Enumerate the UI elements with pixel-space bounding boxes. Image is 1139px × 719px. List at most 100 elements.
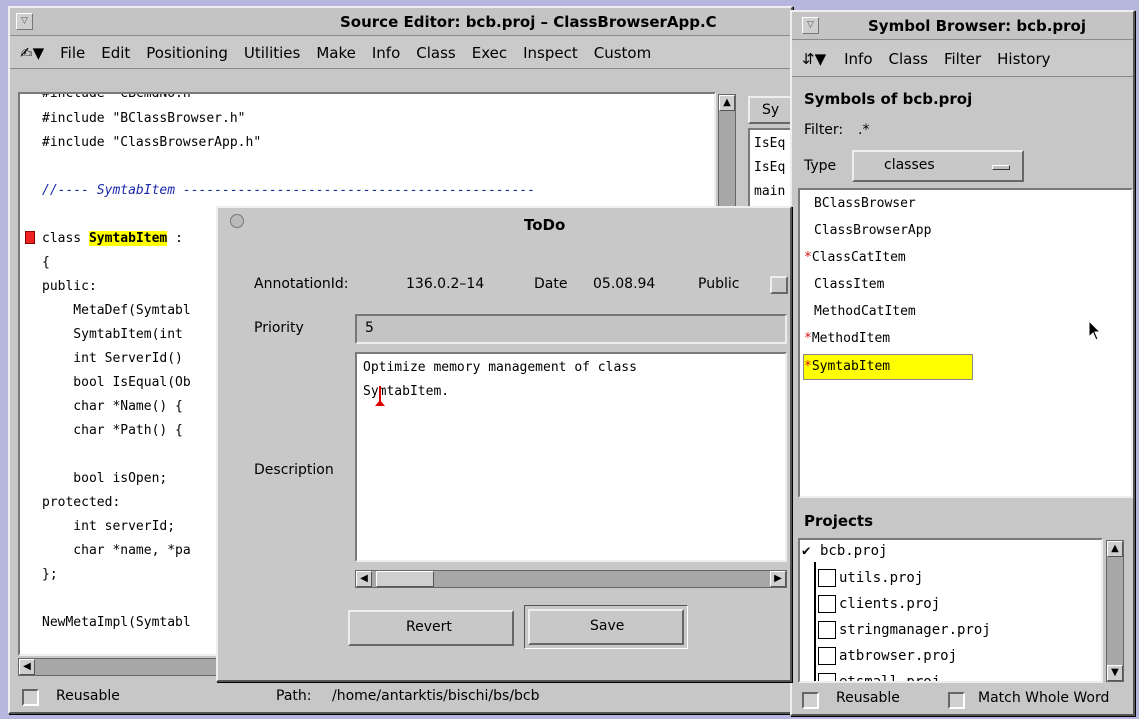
list-item[interactable]: clients.proj bbox=[818, 595, 940, 613]
date-label: Date bbox=[534, 276, 568, 292]
scroll-left-arrow-icon[interactable]: ◀ bbox=[356, 571, 372, 587]
symbol-browser-title: Symbol Browser: bcb.proj bbox=[868, 17, 1086, 35]
list-item[interactable]: BClassBrowser bbox=[814, 196, 916, 211]
menu-info[interactable]: Info bbox=[836, 50, 880, 68]
breakpoint-marker-icon[interactable] bbox=[25, 231, 35, 244]
list-item[interactable]: stringmanager.proj bbox=[818, 621, 991, 639]
class-suffix: : bbox=[167, 231, 183, 246]
menu-edit[interactable]: Edit bbox=[93, 44, 138, 62]
code-line: MetaDef(Symtabl bbox=[42, 303, 191, 318]
menu-info[interactable]: Info bbox=[364, 44, 408, 62]
menu-utilities[interactable]: Utilities bbox=[236, 44, 308, 62]
dialog-title: ToDo bbox=[524, 216, 566, 234]
symbol-browser-titlebar[interactable]: ▽ Symbol Browser: bcb.proj bbox=[792, 12, 1133, 40]
symbols-list[interactable]: BClassBrowser ClassBrowserApp *ClassCatI… bbox=[798, 188, 1133, 498]
type-dropdown[interactable]: classes bbox=[852, 150, 1024, 182]
projects-vertical-scrollbar[interactable]: ▲ ▼ bbox=[1106, 540, 1124, 682]
path-label: Path: bbox=[276, 688, 312, 704]
code-line: char *name, *pa bbox=[42, 543, 191, 558]
projects-list[interactable]: ✔ bcb.proj utils.proj clients.proj string… bbox=[798, 538, 1103, 683]
projects-heading: Projects bbox=[804, 512, 874, 530]
save-button-frame: Save bbox=[524, 605, 688, 649]
list-item[interactable]: MethodCatItem bbox=[814, 304, 916, 319]
code-line: }; bbox=[42, 567, 58, 582]
match-whole-word-checkbox[interactable] bbox=[948, 692, 965, 709]
code-line: char *Name() { bbox=[42, 399, 183, 414]
menu-exec[interactable]: Exec bbox=[464, 44, 515, 62]
side-symbols-button[interactable]: Sy bbox=[748, 96, 792, 124]
scroll-up-arrow-icon[interactable]: ▲ bbox=[719, 95, 735, 111]
code-line: protected: bbox=[42, 495, 121, 510]
project-checkbox[interactable] bbox=[818, 595, 836, 613]
menu-custom[interactable]: Custom bbox=[586, 44, 659, 62]
window-menu-button[interactable]: ▽ bbox=[802, 17, 819, 34]
menu-file[interactable]: File bbox=[52, 44, 93, 62]
menu-class[interactable]: Class bbox=[881, 50, 936, 68]
dialog-menu-icon[interactable] bbox=[230, 214, 244, 228]
description-horizontal-scrollbar[interactable]: ◀ ▶ bbox=[355, 570, 787, 588]
list-item[interactable]: IsEq bbox=[754, 160, 785, 175]
menu-filter[interactable]: Filter bbox=[936, 50, 989, 68]
public-label: Public bbox=[698, 276, 740, 292]
priority-label: Priority bbox=[254, 320, 304, 336]
highlighted-class-name[interactable]: SymtabItem bbox=[88, 231, 168, 246]
code-line: NewMetaImpl(Symtabl bbox=[42, 615, 191, 630]
list-item[interactable]: atbrowser.proj bbox=[818, 647, 957, 665]
menu-history[interactable]: History bbox=[989, 50, 1058, 68]
menu-positioning[interactable]: Positioning bbox=[138, 44, 236, 62]
list-item[interactable]: utils.proj bbox=[818, 569, 923, 587]
priority-field[interactable]: 5 bbox=[355, 314, 787, 344]
side-method-list[interactable]: IsEq IsEq main bbox=[748, 128, 792, 208]
match-whole-word-label: Match Whole Word bbox=[978, 690, 1110, 706]
description-label: Description bbox=[254, 462, 334, 478]
menu-class[interactable]: Class bbox=[408, 44, 463, 62]
todo-dialog: ToDo AnnotationId: 136.0.2–14 Date 05.08… bbox=[216, 206, 792, 682]
project-checkbox[interactable] bbox=[818, 673, 836, 681]
code-line: bool IsEqual(Ob bbox=[42, 375, 191, 390]
path-value: /home/antarktis/bischi/bs/bcb bbox=[332, 688, 540, 704]
scroll-down-arrow-icon[interactable]: ▼ bbox=[1107, 665, 1123, 681]
code-horizontal-scrollbar[interactable]: ◀ bbox=[18, 658, 224, 676]
code-comment-line: //---- SymtabItem ----------------------… bbox=[42, 183, 536, 198]
code-line: bool isOpen; bbox=[42, 471, 168, 486]
checkmark-icon[interactable]: ✔ bbox=[802, 543, 820, 559]
selected-list-item[interactable]: *SymtabItem bbox=[803, 354, 973, 380]
project-checkbox[interactable] bbox=[818, 569, 836, 587]
list-item[interactable]: *MethodItem bbox=[804, 331, 890, 346]
window-menu-button[interactable]: ▽ bbox=[16, 13, 33, 30]
scroll-thumb[interactable] bbox=[376, 571, 434, 587]
browser-tools-icon[interactable]: ⇵▼ bbox=[792, 50, 836, 68]
scroll-up-arrow-icon[interactable]: ▲ bbox=[1107, 541, 1123, 557]
source-editor-titlebar[interactable]: ▽ Source Editor: bcb.proj – ClassBrowser… bbox=[10, 8, 791, 36]
symbol-browser-window: ▽ Symbol Browser: bcb.proj ⇵▼ Info Class… bbox=[790, 10, 1135, 716]
reusable-checkbox[interactable] bbox=[22, 689, 39, 706]
class-keyword: class bbox=[42, 231, 89, 246]
list-item[interactable]: *ClassCatItem bbox=[804, 250, 906, 265]
revert-button[interactable]: Revert bbox=[348, 610, 514, 646]
source-editor-title: Source Editor: bcb.proj – ClassBrowserAp… bbox=[340, 13, 717, 31]
mouse-pointer-icon bbox=[1088, 320, 1102, 341]
filter-value[interactable]: .* bbox=[858, 122, 869, 138]
list-item[interactable]: ClassItem bbox=[814, 277, 884, 292]
project-checkbox[interactable] bbox=[818, 621, 836, 639]
editor-tools-icon[interactable]: ✍▼ bbox=[10, 44, 52, 62]
scroll-right-arrow-icon[interactable]: ▶ bbox=[770, 571, 786, 587]
scroll-left-arrow-icon[interactable]: ◀ bbox=[19, 659, 35, 675]
menu-inspect[interactable]: Inspect bbox=[515, 44, 586, 62]
annotation-value: 136.0.2–14 bbox=[406, 276, 485, 292]
dialog-titlebar[interactable]: ToDo bbox=[218, 208, 790, 242]
save-button[interactable]: Save bbox=[528, 609, 684, 645]
project-checkbox[interactable] bbox=[818, 647, 836, 665]
menu-make[interactable]: Make bbox=[308, 44, 364, 62]
code-vertical-scrollbar[interactable]: ▲ bbox=[718, 94, 736, 214]
list-item[interactable]: ✔ bcb.proj bbox=[802, 543, 887, 559]
reusable-label: Reusable bbox=[836, 690, 900, 706]
symbols-heading: Symbols of bcb.proj bbox=[804, 90, 973, 108]
reusable-checkbox[interactable] bbox=[802, 692, 819, 709]
list-item[interactable]: etsmall.proj bbox=[818, 673, 940, 681]
list-item[interactable]: ClassBrowserApp bbox=[814, 223, 931, 238]
description-textarea[interactable]: Optimize memory management of class Symt… bbox=[355, 352, 787, 562]
public-checkbox[interactable] bbox=[770, 276, 788, 294]
list-item[interactable]: IsEq bbox=[754, 136, 785, 151]
list-item[interactable]: main bbox=[754, 184, 785, 199]
